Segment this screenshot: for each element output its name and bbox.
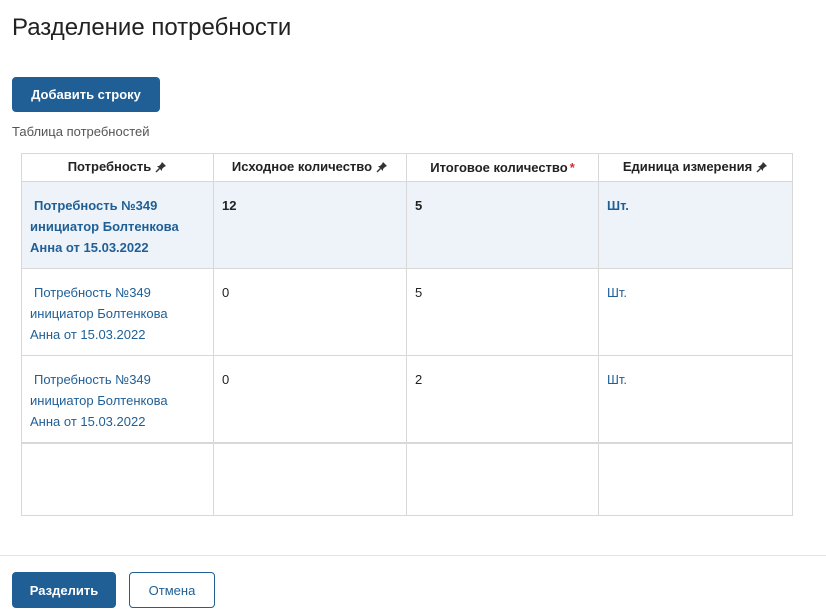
unit-link[interactable]: Шт.: [607, 372, 627, 387]
empty-cell[interactable]: [406, 441, 599, 516]
empty-cell[interactable]: [598, 441, 793, 516]
table-row[interactable]: Потребность №349 инициатор Болтенкова Ан…: [21, 268, 793, 356]
column-header-initial-qty[interactable]: Исходное количество: [213, 153, 407, 182]
need-link[interactable]: Потребность №349 инициатор Болтенкова Ан…: [30, 369, 205, 432]
final-qty-value: 5: [415, 285, 423, 300]
column-header-label: Потребность: [67, 159, 152, 175]
unit-cell[interactable]: Шт.: [598, 181, 793, 269]
need-link-line: Анна от 15.03.2022: [30, 327, 146, 342]
need-link-line: инициатор Болтенкова: [30, 219, 179, 234]
initial-qty-value: 0: [222, 372, 230, 387]
final-qty-cell[interactable]: 2: [406, 355, 599, 443]
need-cell[interactable]: Потребность №349 инициатор Болтенкова Ан…: [21, 268, 214, 356]
column-header-unit[interactable]: Единица измерения: [598, 153, 793, 182]
column-header-label: Исходное количество: [231, 159, 373, 175]
need-link-line: Потребность №349: [34, 285, 151, 300]
initial-qty-cell[interactable]: 0: [213, 355, 407, 443]
table-row[interactable]: Потребность №349 инициатор Болтенкова Ан…: [21, 355, 793, 443]
initial-qty-value: 12: [222, 198, 237, 213]
initial-qty-cell[interactable]: 0: [213, 268, 407, 356]
initial-qty-value: 0: [222, 285, 230, 300]
unit-link[interactable]: Шт.: [607, 198, 629, 213]
pin-icon[interactable]: [756, 161, 768, 176]
footer-divider: [0, 555, 826, 556]
empty-cell[interactable]: [21, 441, 214, 516]
pin-icon[interactable]: [155, 161, 167, 176]
need-link-line: Потребность №349: [34, 198, 158, 213]
final-qty-cell[interactable]: 5: [406, 268, 599, 356]
need-link[interactable]: Потребность №349 инициатор Болтенкова Ан…: [30, 282, 205, 345]
need-link[interactable]: Потребность №349 инициатор Болтенкова Ан…: [30, 195, 205, 258]
need-link-line: Анна от 15.03.2022: [30, 240, 149, 255]
need-link-line: Анна от 15.03.2022: [30, 414, 146, 429]
need-cell[interactable]: Потребность №349 инициатор Болтенкова Ан…: [21, 181, 214, 269]
column-header-need[interactable]: Потребность: [21, 153, 214, 182]
need-cell[interactable]: Потребность №349 инициатор Болтенкова Ан…: [21, 355, 214, 443]
needs-table: Потребность Исходное количество Итоговое…: [21, 153, 793, 516]
unit-cell[interactable]: Шт.: [598, 268, 793, 356]
add-row-button[interactable]: Добавить строку: [12, 77, 160, 112]
table-caption: Таблица потребностей: [12, 124, 150, 139]
column-header-final-qty[interactable]: Итоговое количество *: [406, 153, 599, 182]
split-button[interactable]: Разделить: [12, 572, 116, 608]
table-header-row: Потребность Исходное количество Итоговое…: [21, 153, 793, 182]
required-mark: *: [569, 160, 575, 175]
table-row[interactable]: Потребность №349 инициатор Болтенкова Ан…: [21, 181, 793, 269]
initial-qty-cell[interactable]: 12: [213, 181, 407, 269]
page-title: Разделение потребности: [12, 14, 292, 41]
unit-cell[interactable]: Шт.: [598, 355, 793, 443]
column-header-label: Единица измерения: [622, 159, 753, 175]
column-header-label: Итоговое количество: [430, 160, 568, 175]
empty-cell[interactable]: [213, 441, 407, 516]
final-qty-value: 5: [415, 198, 423, 213]
pin-icon[interactable]: [376, 161, 388, 176]
need-link-line: инициатор Болтенкова: [30, 306, 168, 321]
unit-link[interactable]: Шт.: [607, 285, 627, 300]
final-qty-value: 2: [415, 372, 423, 387]
cancel-button[interactable]: Отмена: [129, 572, 215, 608]
empty-table-row[interactable]: [21, 441, 793, 516]
final-qty-cell[interactable]: 5: [406, 181, 599, 269]
need-link-line: инициатор Болтенкова: [30, 393, 168, 408]
need-link-line: Потребность №349: [34, 372, 151, 387]
